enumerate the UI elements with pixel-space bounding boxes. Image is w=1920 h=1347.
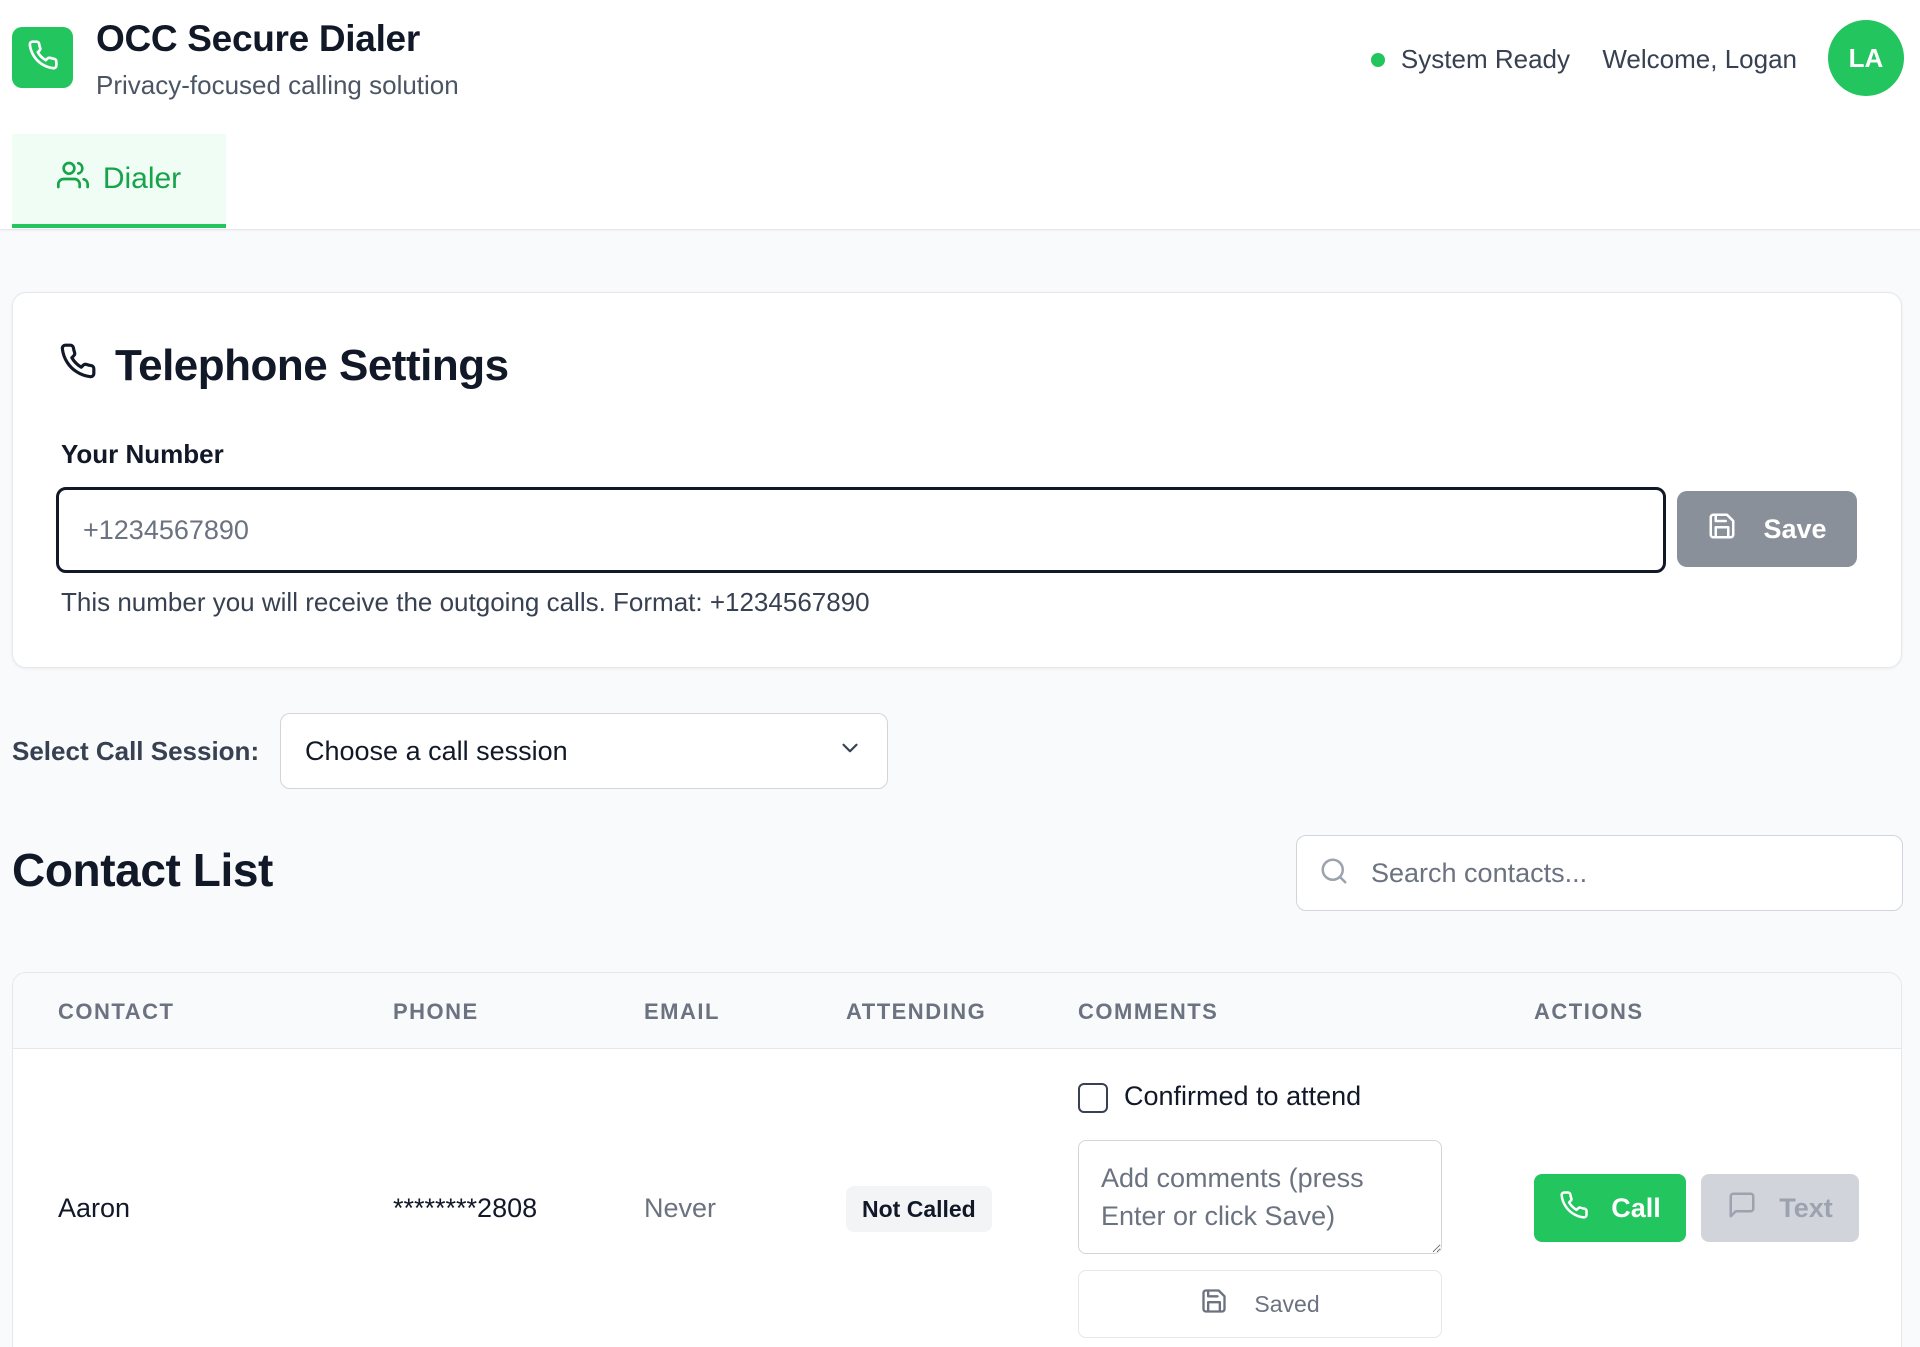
app-logo [12,27,73,88]
call-label: Call [1611,1192,1661,1223]
system-status: System Ready [1370,44,1570,75]
status-text: System Ready [1400,44,1570,74]
card-title-text: Telephone Settings [115,341,509,390]
save-label: Save [1763,513,1827,544]
comments-textarea[interactable] [1078,1140,1442,1254]
text-label: Text [1779,1192,1833,1223]
contacts-table: CONTACT PHONE EMAIL ATTENDING COMMENTS A… [12,972,1902,1347]
confirmed-checkbox[interactable] [1078,1083,1108,1113]
message-square-icon [1727,1190,1757,1227]
session-selected-value: Choose a call session [305,735,568,766]
column-header-contact: CONTACT [58,999,175,1024]
your-number-input[interactable] [56,487,1666,573]
status-dot-icon [1370,52,1385,67]
your-number-label: Your Number [61,439,224,469]
app-subtitle: Privacy-focused calling solution [96,70,459,100]
search-icon [1319,856,1349,891]
phone-icon [27,39,59,76]
save-icon [1200,1287,1228,1321]
contact-email: Never [644,1193,717,1223]
telephone-settings-card: Telephone Settings Your Number Save This… [12,292,1902,668]
saved-comment-button[interactable]: Saved [1078,1270,1442,1338]
app-header: OCC Secure Dialer Privacy-focused callin… [0,0,1920,230]
phone-icon [1559,1190,1589,1227]
column-header-attending: ATTENDING [846,999,987,1024]
chevron-down-icon [837,735,863,768]
call-session-select[interactable]: Choose a call session [280,713,888,789]
session-label: Select Call Session: [12,736,260,766]
save-icon [1707,511,1737,548]
contact-phone: ********2808 [393,1193,538,1223]
table-header: CONTACT PHONE EMAIL ATTENDING COMMENTS A… [13,973,1901,1049]
phone-icon [59,341,97,391]
contact-list-title: Contact List [12,844,273,896]
save-number-button[interactable]: Save [1677,491,1857,567]
saved-label: Saved [1254,1290,1320,1317]
call-button[interactable]: Call [1534,1174,1686,1242]
telephone-settings-title: Telephone Settings [59,341,509,391]
avatar[interactable]: LA [1828,20,1904,96]
text-button[interactable]: Text [1701,1174,1859,1242]
search-input[interactable] [1371,857,1851,889]
users-icon [56,159,89,199]
column-header-email: EMAIL [644,999,720,1024]
contact-name: Aaron [58,1193,131,1223]
welcome-text: Welcome, Logan [1602,44,1797,74]
confirmed-label: Confirmed to attend [1124,1081,1362,1111]
column-header-actions: ACTIONS [1534,999,1644,1024]
column-header-phone: PHONE [393,999,479,1024]
tab-dialer[interactable]: Dialer [12,134,226,228]
number-helper-text: This number you will receive the outgoin… [61,587,870,617]
column-header-comments: COMMENTS [1078,999,1219,1024]
app-title: OCC Secure Dialer [96,18,420,59]
attending-status-badge: Not Called [846,1186,992,1232]
contact-search[interactable] [1296,835,1903,911]
tab-label: Dialer [102,162,182,195]
